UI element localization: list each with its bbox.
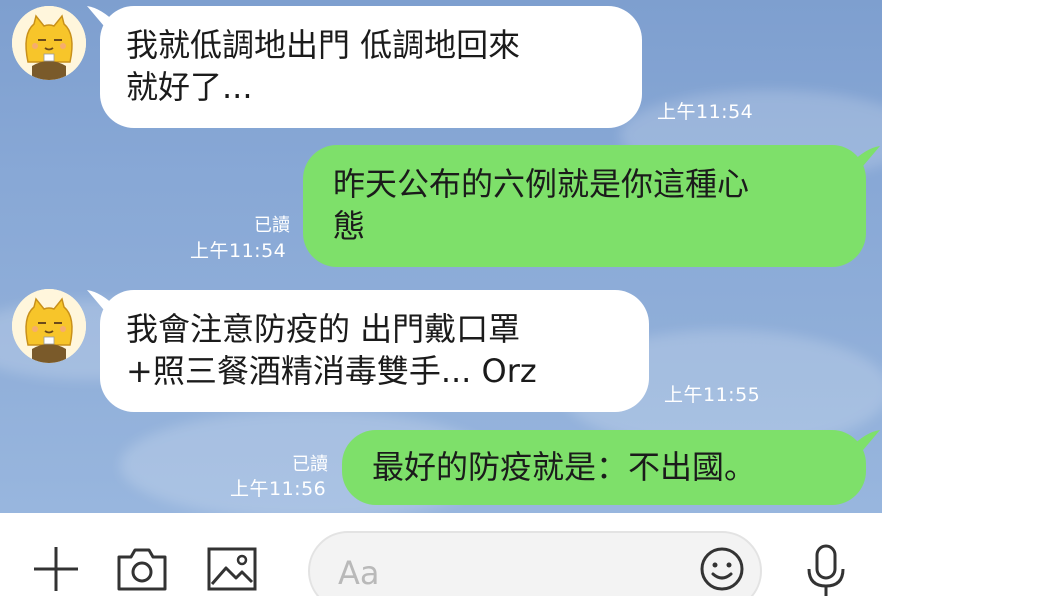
contact-avatar[interactable] — [12, 289, 86, 363]
message-line: +照三餐酒精消毒雙手... Orz — [126, 352, 537, 390]
incoming-message-bubble[interactable]: 我會注意防疫的 出門戴口罩 +照三餐酒精消毒雙手... Orz — [100, 290, 649, 412]
bubble-tail — [850, 430, 880, 456]
smiley-icon — [700, 547, 744, 591]
image-icon — [207, 547, 257, 591]
message-input[interactable]: Aa — [308, 531, 762, 596]
contact-avatar[interactable] — [12, 6, 86, 80]
cat-avatar-icon — [12, 6, 86, 80]
camera-icon — [117, 548, 167, 591]
camera-button[interactable] — [114, 543, 170, 595]
message-line: 就好了... — [126, 68, 253, 106]
cat-avatar-icon — [12, 289, 86, 363]
add-button[interactable] — [28, 543, 84, 595]
message-timestamp: 上午11:54 — [657, 101, 754, 123]
emoji-button[interactable] — [698, 545, 746, 596]
outgoing-message-bubble[interactable]: 最好的防疫就是：不出國。 — [342, 430, 866, 505]
message-input-bar: Aa — [0, 513, 882, 596]
plus-icon — [34, 547, 78, 591]
message-timestamp: 上午11:56 — [230, 478, 327, 500]
input-placeholder: Aa — [338, 554, 380, 592]
message-line: 我會注意防疫的 出門戴口罩 — [126, 310, 521, 348]
voice-message-button[interactable] — [798, 543, 854, 596]
message-line: 態 — [333, 207, 366, 245]
message-line: 我就低調地出門 低調地回來 — [126, 26, 521, 64]
message-line: 最好的防疫就是：不出國。 — [372, 448, 757, 486]
chat-area[interactable]: 我就低調地出門 低調地回來 就好了... 上午11:54 已讀 上午11:54 … — [0, 0, 882, 513]
outgoing-message-bubble[interactable]: 昨天公布的六例就是你這種心 態 — [303, 145, 866, 267]
incoming-message-bubble[interactable]: 我就低調地出門 低調地回來 就好了... — [100, 6, 642, 128]
image-button[interactable] — [204, 543, 260, 595]
message-timestamp: 上午11:54 — [190, 240, 287, 262]
microphone-icon — [807, 544, 845, 596]
message-line: 昨天公布的六例就是你這種心 — [333, 165, 750, 203]
read-receipt: 已讀 — [292, 454, 328, 475]
bubble-tail — [850, 146, 880, 172]
message-timestamp: 上午11:55 — [664, 384, 761, 406]
read-receipt: 已讀 — [254, 215, 290, 236]
